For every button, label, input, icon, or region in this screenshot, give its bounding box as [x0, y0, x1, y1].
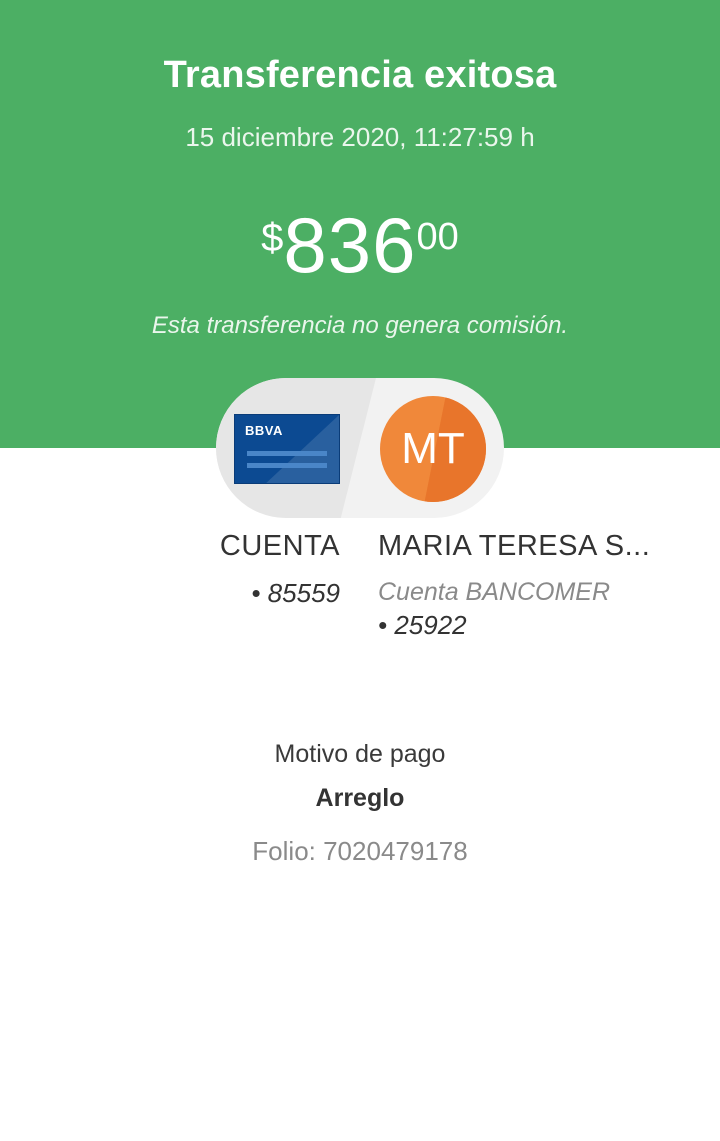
amount-integer: 836 — [283, 201, 417, 289]
payment-reason-label: Motivo de pago — [274, 740, 446, 768]
folio-number: Folio: 7020479178 — [252, 836, 468, 866]
from-account-label: CUENTA — [219, 530, 340, 562]
transfer-amount: $83600 — [0, 206, 720, 284]
card-stripe — [247, 451, 327, 456]
bank-card-icon: BBVA — [234, 414, 340, 484]
recipient-bank: Cuenta BANCOMER — [378, 578, 611, 606]
amount-currency: $ — [261, 216, 284, 260]
transfer-datetime: 15 diciembre 2020, 11:27:59 h — [185, 122, 535, 152]
page-title: Transferencia exitosa — [163, 54, 557, 96]
recipient-name: MARIA TERESA S... — [378, 530, 651, 562]
recipient-avatar: MT — [380, 396, 486, 502]
amount-decimals: 00 — [416, 216, 459, 258]
recipient-account-number: • 25922 — [378, 610, 467, 640]
bank-logo: BBVA — [245, 423, 283, 438]
card-stripe — [247, 463, 327, 468]
avatar-initials: MT — [401, 424, 465, 473]
payment-reason-value: Arreglo — [315, 784, 405, 812]
commission-note: Esta transferencia no genera comisión. — [151, 312, 569, 339]
from-account-number: • 85559 — [251, 578, 340, 608]
